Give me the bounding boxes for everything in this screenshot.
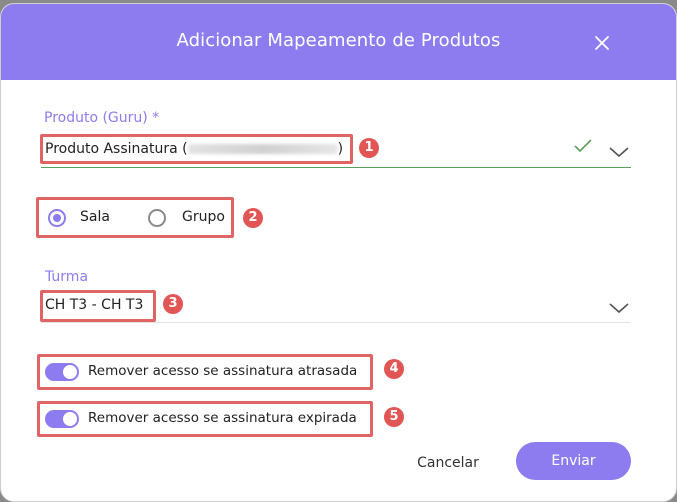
radio-grupo-label: Grupo [182,209,225,225]
toggle-knob [63,365,77,379]
class-field-underline [41,322,631,323]
product-field-label: Produto (Guru) * [44,110,160,126]
submit-button[interactable]: Enviar [516,442,631,480]
annotation-box-1 [40,134,353,164]
annotation-badge-5: 5 [384,407,404,427]
toggle-knob [63,412,77,426]
radio-sala-label: Sala [80,209,110,225]
chevron-down-icon[interactable] [608,144,630,163]
toggle-overdue-label: Remover acesso se assinatura atrasada [88,363,358,379]
toggle-overdue[interactable] [45,363,79,381]
annotation-badge-2: 2 [243,208,263,228]
product-mapping-modal: Adicionar Mapeamento de Produtos Produto… [0,3,677,502]
cancel-button[interactable]: Cancelar [403,450,493,476]
class-field-label: Turma [45,269,89,285]
annotation-badge-4: 4 [384,359,404,379]
radio-grupo[interactable] [148,209,166,227]
chevron-down-icon[interactable] [608,300,630,319]
product-field-underline [41,167,631,168]
modal-header: Adicionar Mapeamento de Produtos [1,4,676,80]
annotation-box-3 [40,290,156,322]
radio-sala[interactable] [48,209,66,227]
toggle-expired[interactable] [45,410,79,428]
annotation-badge-1: 1 [359,138,379,158]
modal-title: Adicionar Mapeamento de Produtos [176,30,501,51]
annotation-badge-3: 3 [163,294,183,314]
check-icon [573,138,593,158]
close-icon[interactable] [592,33,612,53]
toggle-expired-label: Remover acesso se assinatura expirada [88,410,357,426]
